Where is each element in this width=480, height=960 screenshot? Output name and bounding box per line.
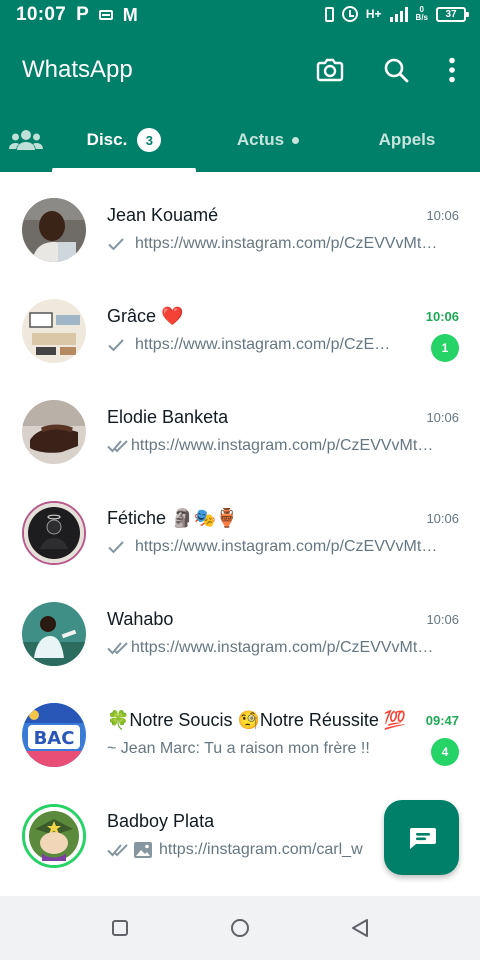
avatar[interactable] bbox=[22, 602, 86, 666]
community-icon bbox=[9, 130, 43, 150]
parking-app-icon: P bbox=[76, 4, 89, 25]
gmail-icon: M bbox=[122, 4, 138, 25]
square-icon bbox=[112, 920, 128, 936]
network-speed-unit: B/s bbox=[415, 13, 428, 22]
app-title: WhatsApp bbox=[22, 56, 133, 83]
avatar[interactable] bbox=[22, 501, 86, 565]
chat-preview: ~ Jean Marc: Tu a raison mon frère !! bbox=[107, 739, 393, 759]
network-type-label: H+ bbox=[365, 7, 382, 21]
chat-preview: https://www.instagram.com/p/CzEVVvMtWfE/… bbox=[107, 234, 443, 254]
avatar[interactable] bbox=[22, 400, 86, 464]
back-triangle-icon bbox=[352, 919, 368, 937]
more-options-button[interactable] bbox=[432, 50, 472, 90]
chat-preview: https://www.instagram.com/p/CzEVVvMtWfE/… bbox=[107, 436, 443, 456]
chat-time: 10:06 bbox=[425, 309, 459, 324]
tab-status-label: Actus bbox=[236, 130, 285, 149]
chat-name: Jean Kouamé bbox=[107, 205, 219, 225]
chat-preview-text: https://www.instagram.com/p/CzEVVvMtWfE/… bbox=[135, 235, 443, 252]
tab-status[interactable]: Actus bbox=[196, 108, 340, 172]
signal-icon bbox=[389, 6, 408, 22]
unread-count-badge: 1 bbox=[431, 334, 459, 362]
avatar[interactable] bbox=[22, 198, 86, 262]
search-button[interactable] bbox=[376, 50, 416, 90]
avatar[interactable]: BAC bbox=[22, 703, 86, 767]
chat-preview-text: https://instagram.com/carl_w bbox=[159, 841, 363, 858]
chat-row[interactable]: Elodie Banketa 10:06 https://www.instagr… bbox=[0, 374, 480, 475]
chat-preview: https://www.instagram.com/p/CzEVVvMtWfE/… bbox=[107, 638, 443, 658]
vibrate-icon bbox=[324, 6, 334, 22]
tab-calls-label: Appels bbox=[378, 130, 436, 149]
search-icon bbox=[384, 58, 409, 83]
camera-icon bbox=[316, 58, 344, 82]
chat-row[interactable]: Jean Kouamé 10:06 https://www.instagram.… bbox=[0, 172, 480, 273]
chat-name: Fétiche 🗿🎭🏺 bbox=[107, 508, 239, 528]
tab-status-new-dot bbox=[292, 136, 300, 144]
svg-text:BAC: BAC bbox=[34, 728, 75, 749]
chat-time: 10:06 bbox=[426, 612, 459, 627]
chat-time: 10:06 bbox=[426, 511, 459, 526]
circle-icon bbox=[231, 919, 249, 937]
message-notification-icon bbox=[98, 10, 113, 20]
chat-time: 10:06 bbox=[426, 208, 459, 223]
sent-check-icon bbox=[107, 338, 125, 352]
chat-preview: https://instagram.com/carl_w bbox=[107, 840, 397, 860]
new-message-icon bbox=[409, 827, 436, 849]
avatar[interactable] bbox=[22, 804, 86, 868]
chat-time: 09:47 bbox=[425, 713, 459, 728]
chat-time: 10:06 bbox=[426, 410, 459, 425]
sent-check-icon bbox=[107, 237, 125, 251]
chat-preview-text: https://www.instagram.com/p/CzEVVvMtWfE/… bbox=[131, 639, 443, 656]
chat-name: Badboy Plata bbox=[107, 811, 215, 831]
app-bar: WhatsApp bbox=[0, 32, 480, 108]
recent-apps-button[interactable] bbox=[106, 914, 134, 942]
status-time: 10:07 bbox=[16, 4, 67, 25]
photo-icon bbox=[133, 841, 153, 859]
sent-check-icon bbox=[107, 540, 125, 554]
network-speed: 0 B/s bbox=[416, 6, 428, 22]
chat-list: Jean Kouamé 10:06 https://www.instagram.… bbox=[0, 172, 480, 894]
chat-preview-text: https://www.instagram.com/p/CzEVVvMtWfE/… bbox=[131, 437, 443, 454]
chat-preview: https://www.instagram.com/p/CzEVVvMtWfE/… bbox=[107, 335, 393, 355]
chat-preview-text: https://www.instagram.com/p/CzEVVvMtWfE/… bbox=[135, 336, 393, 353]
battery-icon: 37 bbox=[436, 6, 469, 22]
chat-row[interactable]: Wahabo 10:06 https://www.instagram.com/p… bbox=[0, 576, 480, 677]
home-button[interactable] bbox=[226, 914, 254, 942]
chat-row[interactable]: Fétiche 🗿🎭🏺 10:06 https://www.instagram.… bbox=[0, 475, 480, 576]
alarm-icon bbox=[341, 6, 358, 22]
chat-name: Grâce ❤️ bbox=[107, 306, 184, 326]
avatar[interactable] bbox=[22, 299, 86, 363]
tab-chats[interactable]: Disc. 3 bbox=[52, 108, 196, 172]
delivered-double-check-icon bbox=[107, 439, 129, 453]
more-vertical-icon bbox=[449, 57, 455, 83]
tab-community[interactable] bbox=[6, 122, 46, 158]
new-chat-button[interactable] bbox=[384, 800, 459, 875]
status-bar: 10:07 P M H+ 0 B/s 37 bbox=[0, 0, 480, 32]
delivered-double-check-icon bbox=[107, 641, 129, 655]
delivered-double-check-icon bbox=[107, 843, 129, 857]
chat-row[interactable]: Grâce ❤️ 10:06 https://www.instagram.com… bbox=[0, 273, 480, 374]
tab-chats-unread-badge: 3 bbox=[137, 128, 162, 152]
tab-chats-label: Disc. bbox=[86, 130, 128, 149]
chat-name: Elodie Banketa bbox=[107, 407, 229, 427]
chat-name: 🍀Notre Soucis 🧐Notre Réussite 💯 bbox=[107, 710, 407, 730]
tab-calls[interactable]: Appels bbox=[340, 108, 474, 172]
chat-preview-text: https://www.instagram.com/p/CzEVVvMtWfE/… bbox=[135, 538, 443, 555]
tab-bar: Disc. 3 Actus Appels bbox=[0, 108, 480, 172]
chat-row[interactable]: BAC 🍀Notre Soucis 🧐Notre Réussite 💯 09:4… bbox=[0, 677, 480, 778]
chat-preview-text: ~ Jean Marc: Tu a raison mon frère !! bbox=[107, 740, 370, 757]
chat-name: Wahabo bbox=[107, 609, 174, 629]
system-navigation-bar bbox=[0, 896, 480, 960]
unread-count-badge: 4 bbox=[431, 738, 459, 766]
chat-preview: https://www.instagram.com/p/CzEVVvMtWfE/… bbox=[107, 537, 443, 557]
back-button[interactable] bbox=[346, 914, 374, 942]
camera-button[interactable] bbox=[310, 50, 350, 90]
